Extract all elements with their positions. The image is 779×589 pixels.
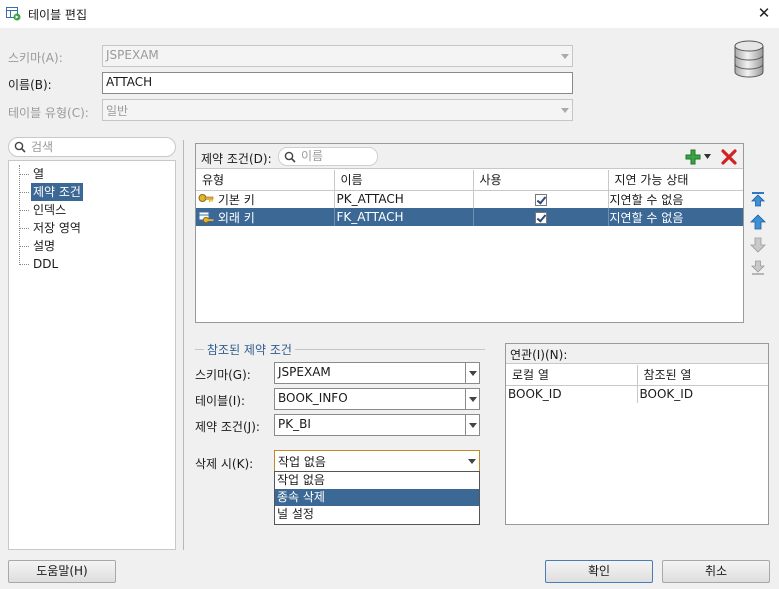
table-row[interactable]: 외래 키 FK_ATTACH 지연할 수 없음 — [196, 208, 743, 226]
col-header-referenced[interactable]: 참조된 열 — [637, 365, 768, 386]
ref-table-label: 테이블(I): — [195, 394, 246, 408]
name-field[interactable]: ATTACH — [102, 72, 573, 94]
title-bar — [0, 0, 779, 28]
col-header-local[interactable]: 로컬 열 — [506, 365, 638, 386]
chevron-down-icon — [558, 100, 572, 120]
constraints-label: 제약 조건(D): — [201, 152, 272, 166]
schema-value: JSPEXAM — [106, 48, 159, 62]
ref-constraint-value: PK_BI — [278, 417, 311, 431]
cell-enabled[interactable] — [473, 190, 609, 208]
enabled-checkbox[interactable] — [534, 211, 547, 224]
nav-search-placeholder: 검색 — [31, 140, 54, 154]
delete-icon[interactable] — [721, 149, 737, 165]
referenced-group-title: 참조된 제약 조건 — [204, 341, 295, 358]
cell-name[interactable]: FK_ATTACH — [334, 208, 474, 226]
ref-schema-label: 스키마(G): — [195, 368, 251, 382]
ref-constraint-combo[interactable]: PK_BI — [274, 414, 480, 436]
association-table: 로컬 열 참조된 열 BOOK_ID BOOK_ID — [506, 365, 768, 403]
col-header-name[interactable]: 이름 — [334, 170, 474, 191]
constraints-filter-input[interactable]: 이름 — [278, 147, 378, 166]
primary-key-icon — [198, 194, 214, 203]
constraint-type: 기본 키 — [217, 192, 255, 207]
cell-referenced[interactable]: BOOK_ID — [637, 385, 768, 403]
cell-local[interactable]: BOOK_ID — [506, 385, 638, 403]
chevron-down-icon — [465, 415, 479, 435]
cell-type[interactable]: 기본 키 — [196, 190, 335, 208]
schema-combo[interactable]: JSPEXAM — [102, 45, 573, 67]
association-panel: 연관(I)(N): 로컬 열 참조된 열 BOOK_ID BOOK_ID — [505, 343, 769, 525]
on-delete-combo[interactable]: 작업 없음 — [274, 450, 480, 472]
move-top-icon[interactable] — [749, 190, 767, 208]
nav-item-comment[interactable]: 설명 — [19, 237, 57, 255]
table-type-combo[interactable]: 일반 — [102, 99, 573, 121]
foreign-key-icon — [198, 211, 214, 224]
ref-table-value: BOOK_INFO — [278, 391, 348, 405]
table-type-value: 일반 — [106, 104, 129, 118]
chevron-down-icon — [465, 451, 479, 471]
on-delete-label: 삭제 시(K): — [195, 457, 254, 471]
table-type-label: 테이블 유형(C): — [8, 106, 89, 120]
option-no-action[interactable]: 작업 없음 — [275, 472, 479, 489]
move-bottom-icon[interactable] — [749, 259, 767, 277]
chevron-down-icon — [465, 389, 479, 409]
constraint-type: 외래 키 — [217, 210, 255, 225]
table-edit-icon — [6, 7, 21, 21]
cell-deferrable[interactable]: 지연할 수 없음 — [608, 190, 743, 208]
tree-guide-line — [19, 165, 20, 265]
window-title: 테이블 편집 — [28, 8, 88, 22]
association-label: 연관(I)(N): — [510, 348, 568, 362]
schema-label: 스키마(A): — [8, 51, 63, 65]
nav-item-indexes[interactable]: 인덱스 — [19, 201, 68, 219]
table-header-row: 로컬 열 참조된 열 — [506, 365, 768, 386]
table-row[interactable]: 기본 키 PK_ATTACH 지연할 수 없음 — [196, 190, 743, 208]
nav-item-constraints[interactable]: 제약 조건 — [20, 183, 83, 201]
nav-item-ddl[interactable]: DDL — [19, 255, 60, 273]
ok-button[interactable]: 확인 — [545, 560, 653, 583]
constraints-table: 유형 이름 사용 지연 가능 상태 기본 키 PK_ATTACH 지연할 수 없… — [196, 170, 743, 226]
table-header-row: 유형 이름 사용 지연 가능 상태 — [196, 170, 743, 191]
nav-item-storage[interactable]: 저장 영역 — [20, 219, 83, 237]
nav-search-input[interactable]: 검색 — [8, 137, 176, 157]
database-icon — [734, 40, 764, 78]
option-set-null[interactable]: 널 설정 — [275, 506, 479, 523]
col-header-deferrable[interactable]: 지연 가능 상태 — [608, 170, 743, 191]
chevron-down-icon — [558, 46, 572, 66]
panel-divider[interactable] — [183, 140, 184, 550]
chevron-down-icon — [465, 363, 479, 383]
cell-type[interactable]: 외래 키 — [196, 208, 335, 226]
ref-constraint-label: 제약 조건(J): — [195, 420, 260, 434]
help-button[interactable]: 도움말(H) — [8, 560, 116, 583]
add-icon[interactable] — [685, 149, 701, 165]
col-header-enabled[interactable]: 사용 — [473, 170, 609, 191]
constraints-panel: 제약 조건(D): 이름 유형 이름 사용 지연 가능 상태 기본 키 PK_A… — [195, 143, 744, 323]
search-icon — [14, 141, 26, 153]
nav-item-columns[interactable]: 열 — [19, 165, 46, 183]
option-cascade[interactable]: 종속 삭제 — [275, 489, 479, 506]
name-label: 이름(B): — [8, 78, 52, 92]
ref-table-combo[interactable]: BOOK_INFO — [274, 388, 480, 410]
cell-enabled[interactable] — [473, 208, 609, 226]
constraints-filter-placeholder: 이름 — [301, 149, 324, 163]
table-row[interactable]: BOOK_ID BOOK_ID — [506, 385, 768, 403]
on-delete-value: 작업 없음 — [278, 455, 326, 469]
ref-schema-combo[interactable]: JSPEXAM — [274, 362, 480, 384]
constraints-toolbar: 제약 조건(D): 이름 — [196, 144, 743, 169]
enabled-checkbox[interactable] — [534, 193, 547, 206]
move-up-icon[interactable] — [749, 213, 767, 231]
col-header-type[interactable]: 유형 — [196, 170, 335, 191]
cell-name[interactable]: PK_ATTACH — [334, 190, 474, 208]
search-icon — [284, 151, 296, 163]
cancel-button[interactable]: 취소 — [662, 560, 770, 583]
close-button[interactable]: ✕ — [752, 2, 776, 24]
ref-schema-value: JSPEXAM — [278, 365, 331, 379]
nav-tree: 열 제약 조건 인덱스 저장 영역 설명 DDL — [8, 160, 176, 550]
chevron-down-icon[interactable] — [703, 153, 712, 161]
association-header: 연관(I)(N): — [506, 344, 768, 364]
move-down-icon[interactable] — [749, 236, 767, 254]
cell-deferrable[interactable]: 지연할 수 없음 — [608, 208, 743, 226]
on-delete-dropdown: 작업 없음 종속 삭제 널 설정 — [274, 471, 480, 525]
